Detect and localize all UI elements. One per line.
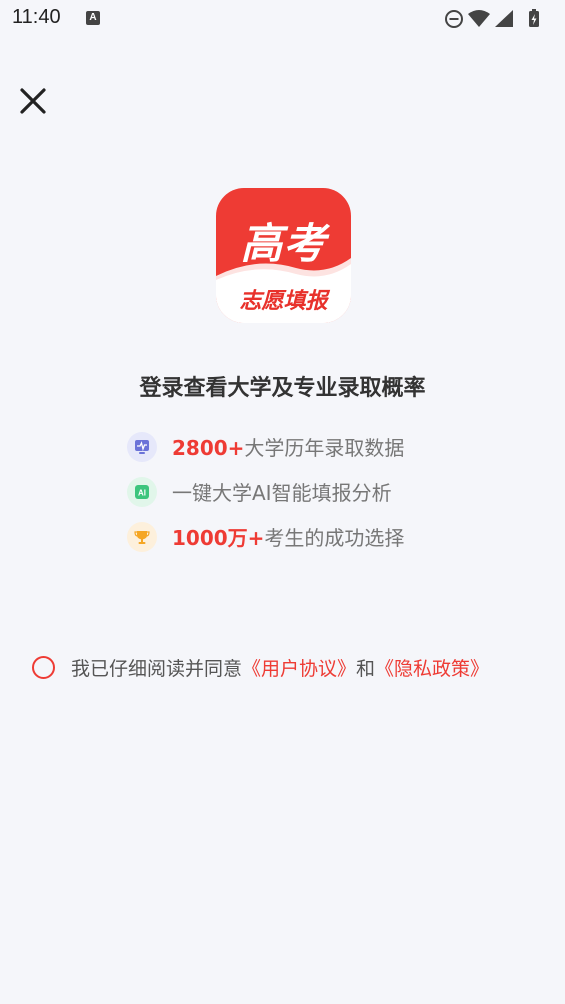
notification-a-icon: A [86, 11, 100, 25]
chart-monitor-icon [127, 431, 157, 462]
privacy-policy-link[interactable]: 《隐私政策》 [375, 658, 489, 680]
svg-text:AI: AI [138, 488, 146, 497]
signal-icon [495, 10, 513, 27]
user-agreement-link[interactable]: 《用户协议》 [242, 658, 356, 680]
status-icons [445, 9, 539, 28]
app-logo: 高考 志愿填报 [216, 188, 351, 323]
status-bar: 11:40 A [0, 0, 565, 38]
status-time: 11:40 [12, 6, 61, 28]
feature-list: 2800+大学历年录取数据 AI 一键大学AI智能填报分析 1000万+考生的成… [127, 424, 404, 559]
feature-label: 一键大学AI智能填报分析 [172, 481, 392, 505]
feature-text: 1000万+考生的成功选择 [172, 522, 404, 551]
trophy-icon [127, 521, 157, 552]
feature-item: AI 一键大学AI智能填报分析 [127, 469, 404, 514]
feature-label: 大学历年录取数据 [244, 436, 405, 460]
wifi-icon [468, 10, 490, 27]
page-headline: 登录查看大学及专业录取概率 [139, 376, 426, 401]
feature-text: 2800+大学历年录取数据 [172, 432, 404, 461]
ai-icon: AI [127, 476, 157, 507]
close-icon [20, 88, 46, 114]
feature-label: 考生的成功选择 [264, 526, 405, 550]
agreement-text: 我已仔细阅读并同意《用户协议》和《隐私政策》 [71, 654, 489, 681]
close-button[interactable] [16, 84, 50, 118]
feature-item: 1000万+考生的成功选择 [127, 514, 404, 559]
feature-highlight: 2800+ [172, 436, 245, 460]
agreement-checkbox[interactable] [32, 655, 55, 679]
feature-text: 一键大学AI智能填报分析 [172, 477, 392, 506]
agreement-prefix: 我已仔细阅读并同意 [71, 657, 243, 680]
battery-icon [529, 9, 539, 27]
logo-bottom-text: 志愿填报 [239, 289, 328, 314]
dnd-icon [445, 10, 463, 28]
agreement-row: 我已仔细阅读并同意《用户协议》和《隐私政策》 [32, 653, 489, 681]
agreement-conjunction: 和 [356, 657, 376, 680]
feature-item: 2800+大学历年录取数据 [127, 424, 404, 469]
feature-highlight: 1000万+ [172, 526, 265, 550]
